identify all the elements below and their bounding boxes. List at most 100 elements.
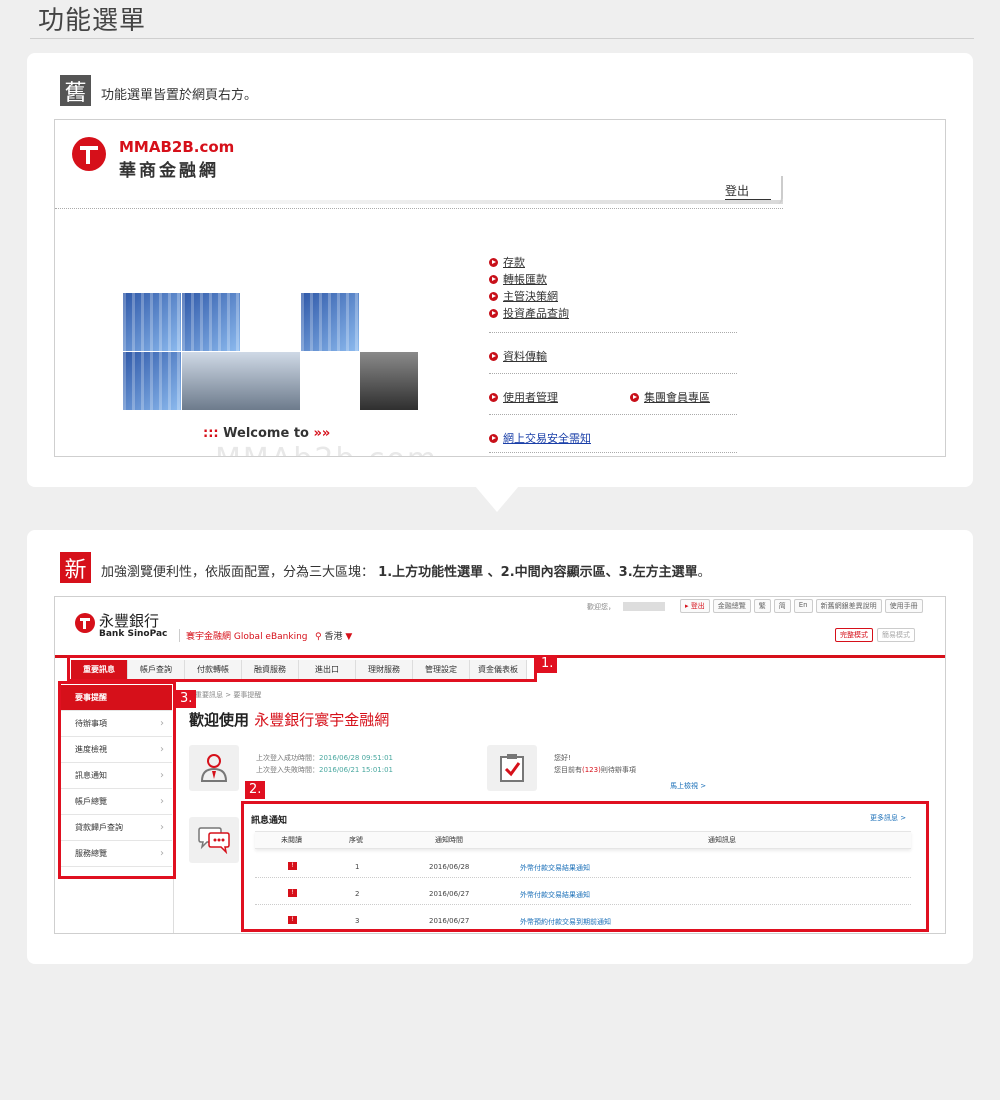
breadcrumb: 重要訊息 > 要事提醒 — [195, 691, 262, 699]
old-menu-transfer[interactable]: 轉帳匯款 — [489, 271, 547, 287]
old-caption: 功能選單皆置於網頁右方。 — [101, 88, 258, 103]
sinopac-logo-icon — [75, 613, 95, 633]
menu-separator — [489, 452, 737, 453]
old-header-divider — [55, 208, 783, 209]
new-tag: 新 — [60, 552, 91, 583]
old-menu-data-transfer[interactable]: 資料傳輸 — [489, 348, 547, 364]
message-icon-box — [189, 817, 239, 863]
building-photo — [123, 293, 181, 351]
new-screenshot: 永豐銀行 Bank SinoPac 寰宇金融網 Global eBanking … — [54, 596, 946, 934]
old-header-bar-end — [777, 176, 783, 204]
business-people-photo — [182, 352, 300, 410]
todo-info: 您好! 您目前有(123)則待辦事項 — [554, 752, 636, 776]
todo-icon-box — [487, 745, 537, 791]
login-fail-time: 2016/06/21 15:01:01 — [319, 766, 394, 774]
clipboard-check-icon — [500, 754, 524, 782]
menu-label: 轉帳匯款 — [503, 273, 547, 286]
highlight-top-menu — [67, 655, 537, 682]
old-menu-executive[interactable]: 主管決策網 — [489, 288, 558, 304]
hello-text: 您好! — [554, 754, 571, 762]
old-header-bar — [55, 200, 783, 204]
highlight-content-area — [241, 801, 929, 932]
bank-name-en: Bank SinoPac — [99, 629, 168, 639]
mode-buttons: 完整模式 簡易模式 — [835, 628, 915, 642]
arrow-bullet-icon — [489, 308, 498, 318]
page-title: 功能選單 — [38, 6, 147, 36]
businessman-photo — [360, 352, 418, 410]
old-brand-zh: 華商金融網 — [119, 161, 219, 181]
label-1: 1. — [537, 655, 558, 673]
bank-name-zh: 永豐銀行 — [99, 612, 160, 630]
building-photo — [123, 352, 181, 410]
old-menu-user-admin[interactable]: 使用者管理 — [489, 389, 558, 405]
old-menu-investment[interactable]: 投資產品查詢 — [489, 305, 569, 321]
lang-simp-button[interactable]: 简 — [773, 599, 791, 613]
welcome-title: 歡迎使用 永豐銀行寰宇金融網 — [189, 709, 389, 730]
welcome-dots-icon: ::: — [203, 426, 219, 441]
arrow-bullet-icon — [489, 433, 498, 443]
manual-button[interactable]: 使用手冊 — [884, 599, 923, 613]
menu-label: 投資產品查詢 — [503, 307, 569, 320]
region-label: 香港 — [324, 632, 343, 642]
arrow-bullet-icon — [630, 392, 639, 402]
new-layout-card: 新 加強瀏覽便利性，依版面配置，分為三大區塊： 1.上方功能性選單 、2.中間內… — [27, 530, 973, 964]
welcome-prefix: 歡迎使用 — [189, 711, 250, 729]
simple-mode-button[interactable]: 簡易模式 — [877, 628, 915, 642]
new-caption: 加強瀏覽便利性，依版面配置，分為三大區塊： 1.上方功能性選單 、2.中間內容顯… — [101, 561, 711, 580]
user-icon — [200, 754, 228, 782]
menu-separator — [489, 332, 737, 333]
ebanking-title: 寰宇金融網 Global eBanking — [179, 629, 308, 642]
old-brand-en: MMAB2B.com — [119, 138, 235, 156]
login-fail-label: 上次登入失敗時間： — [256, 766, 319, 774]
login-info: 上次登入成功時間：2016/06/28 09:51:01 上次登入失敗時間：20… — [256, 752, 393, 776]
username-masked — [623, 602, 665, 611]
menu-separator — [489, 373, 737, 374]
todo-prefix: 您目前有 — [554, 766, 582, 774]
old-logout-link[interactable]: 登出 — [725, 182, 771, 200]
top-links: ▸ 登出 金融總覽 繁 简 En 新舊網銀差異說明 使用手冊 — [680, 599, 923, 613]
lang-trad-button[interactable]: 繁 — [753, 599, 771, 613]
lang-en-button[interactable]: En — [793, 599, 813, 613]
caption-prefix: 加強瀏覽便利性，依版面配置，分為三大區塊： — [101, 565, 375, 580]
full-mode-button[interactable]: 完整模式 — [835, 628, 873, 642]
old-menu-group-members[interactable]: 集團會員專區 — [630, 389, 710, 405]
welcome-brand: 永豐銀行寰宇金融網 — [254, 711, 390, 729]
menu-label: 網上交易安全需知 — [503, 432, 591, 445]
welcome-text: ::: Welcome to »» — [203, 426, 330, 441]
region-selector[interactable]: ⚲ 香港 ▼ — [315, 629, 352, 642]
menu-label: 資料傳輸 — [503, 350, 547, 363]
chat-bubble-icon — [198, 827, 230, 854]
label-2: 2. — [245, 781, 266, 799]
diff-note-button[interactable]: 新舊網銀差異說明 — [815, 599, 882, 613]
view-now-link[interactable]: 馬上檢視 > — [670, 781, 706, 791]
arrow-down-connector — [475, 486, 519, 512]
building-photo — [182, 293, 240, 351]
menu-label: 存款 — [503, 256, 525, 269]
greeting: 歡迎您， — [587, 603, 615, 611]
watermark: MMAb2b.com — [215, 442, 438, 456]
logout-button[interactable]: ▸ 登出 — [680, 599, 710, 613]
login-success-label: 上次登入成功時間： — [256, 754, 319, 762]
old-screenshot: MMAB2B.com 華商金融網 登出 ::: Welcome to »» MM… — [54, 119, 946, 457]
menu-separator — [489, 414, 737, 415]
highlight-left-menu — [58, 681, 176, 879]
old-tag: 舊 — [60, 75, 91, 106]
title-divider — [30, 38, 974, 39]
building-photo — [301, 293, 359, 351]
menu-label: 主管決策網 — [503, 290, 558, 303]
label-3: 3. — [176, 690, 197, 708]
caption-bold: 1.上方功能性選單 、2.中間內容顯示區、3.左方主選單 — [378, 565, 698, 580]
arrow-bullet-icon — [489, 351, 498, 361]
arrow-bullet-icon — [489, 291, 498, 301]
todo-suffix: 則待辦事項 — [600, 766, 636, 774]
welcome-arrow-icon: »» — [313, 426, 331, 441]
old-menu-deposit[interactable]: 存款 — [489, 254, 525, 270]
welcome-label: Welcome to — [223, 426, 309, 441]
overview-button[interactable]: 金融總覽 — [712, 599, 751, 613]
caption-suffix: 。 — [697, 565, 711, 580]
mmab2b-logo-icon — [72, 137, 106, 171]
old-menu-security-notice[interactable]: 網上交易安全需知 — [489, 430, 591, 446]
menu-label: 使用者管理 — [503, 391, 558, 404]
menu-label: 集團會員專區 — [644, 391, 710, 404]
user-icon-box — [189, 745, 239, 791]
